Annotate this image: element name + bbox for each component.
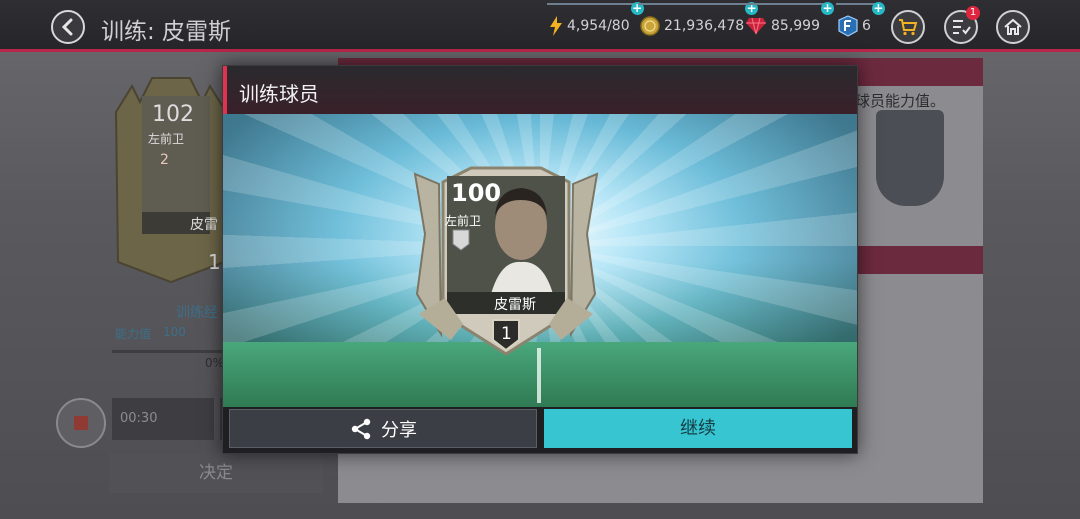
back-button[interactable] (51, 10, 85, 44)
energy-value: 4,954/80 (567, 18, 630, 34)
background-card-rank: 2 (160, 152, 169, 168)
background-card-level: 1 (208, 250, 221, 274)
fifa-points-icon (838, 15, 858, 37)
top-bar: 训练: 皮雷斯 4,954/80 + 21,936,478 + 85,999 + (0, 0, 1080, 52)
background-card-rating: 102 (152, 102, 194, 127)
checklist-icon (953, 20, 971, 35)
home-icon (1004, 18, 1022, 35)
train-player-dialog: 训练球员 100 左前卫 皮雷斯 1 分享 继续 (222, 65, 858, 454)
card-rating: 100 (451, 179, 502, 207)
gem-icon (746, 17, 766, 35)
energy-counter: 4,954/80 + (547, 2, 644, 38)
ability-value: 100 (163, 325, 186, 339)
timer-select[interactable]: 00:30 (112, 398, 214, 440)
card-level: 1 (501, 324, 512, 344)
continue-button[interactable]: 继续 (544, 409, 852, 448)
stop-icon (74, 416, 88, 430)
gems-value: 85,999 (771, 18, 820, 34)
dialog-title: 训练球员 (239, 82, 319, 106)
share-icon (351, 418, 371, 439)
training-label: 训练经 (176, 305, 218, 321)
coin-icon (640, 16, 660, 36)
card-player-name: 皮雷斯 (494, 297, 536, 313)
home-button[interactable] (996, 10, 1030, 44)
gems-counter: 85,999 + (743, 2, 834, 38)
store-button[interactable] (891, 10, 925, 44)
player-card: 100 左前卫 皮雷斯 1 (411, 164, 601, 359)
fifa-points-counter: 6 + (836, 2, 885, 38)
add-fifa-points-button[interactable]: + (871, 2, 885, 15)
lightning-icon (550, 16, 562, 36)
stop-button[interactable] (56, 398, 106, 448)
cart-icon (899, 19, 918, 36)
fifa-points-value: 6 (862, 18, 871, 34)
card-position: 左前卫 (445, 214, 482, 228)
coins-value: 21,936,478 (664, 18, 745, 34)
hint-text: 球员能力值。 (855, 92, 946, 110)
notification-badge: 1 (966, 6, 980, 20)
stadium-scene: 100 左前卫 皮雷斯 1 (223, 114, 857, 407)
background-player-card: 102 左前卫 2 皮雷 1 (112, 72, 230, 284)
background-card-position: 左前卫 (148, 132, 185, 146)
empty-player-slot[interactable] (876, 110, 944, 206)
chevron-left-icon (61, 18, 73, 36)
tasks-button[interactable]: 1 (944, 6, 980, 44)
page-title: 训练: 皮雷斯 (101, 19, 232, 45)
confirm-button[interactable]: 决定 (109, 453, 323, 493)
add-gems-button[interactable]: + (821, 2, 834, 15)
dialog-header: 训练球员 (223, 66, 857, 114)
training-progress-bar (112, 350, 222, 353)
share-button[interactable]: 分享 (229, 409, 537, 448)
coins-counter: 21,936,478 + (638, 2, 759, 38)
background-card-name: 皮雷 (190, 217, 218, 233)
share-label: 分享 (381, 419, 417, 441)
ability-label: 能力值 (115, 327, 152, 341)
